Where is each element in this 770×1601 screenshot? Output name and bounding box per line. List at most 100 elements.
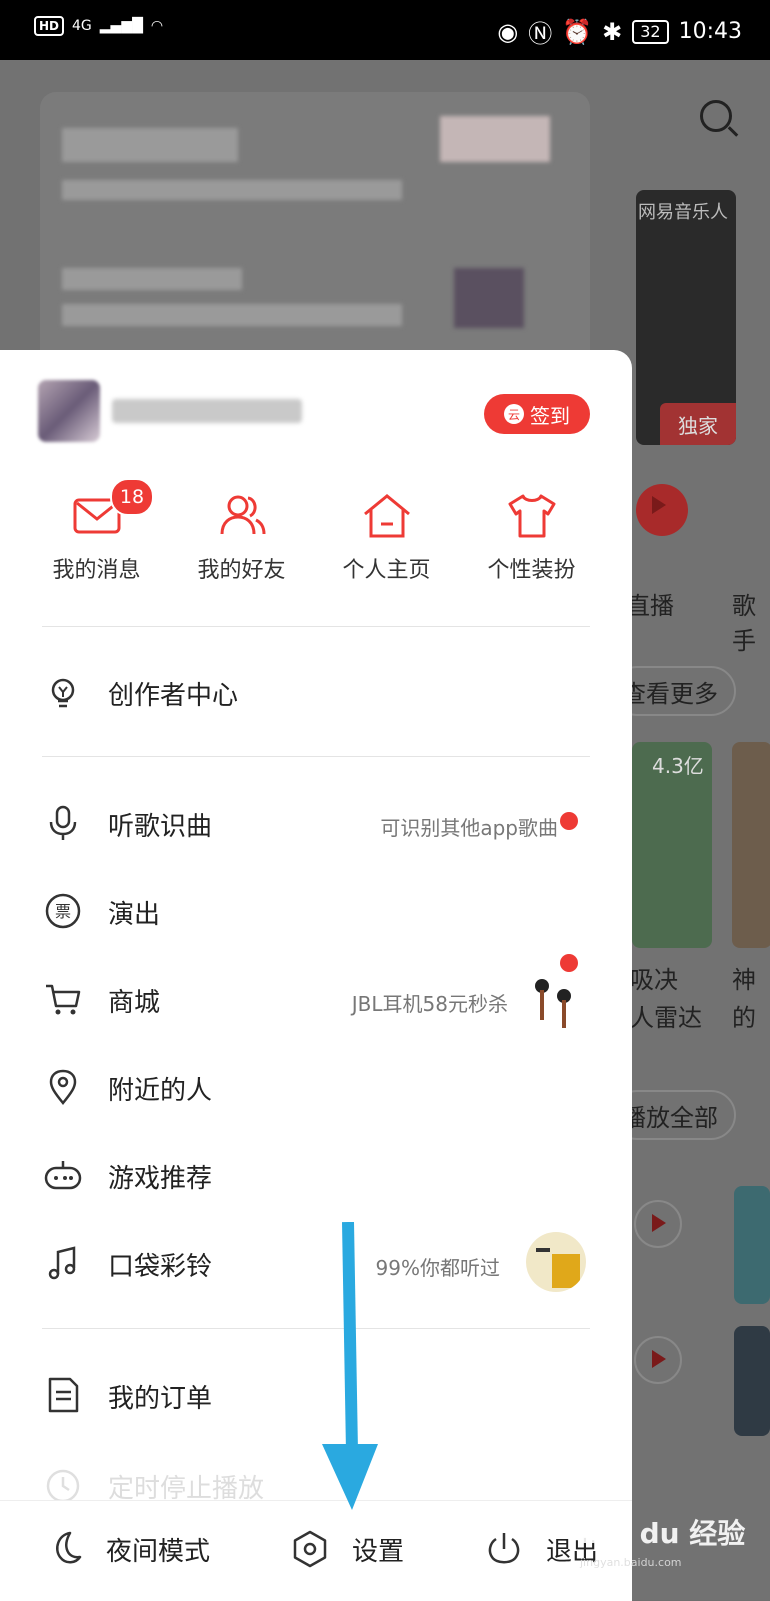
exclusive-tag: 独家 (660, 403, 736, 445)
night-mode-label: 夜间模式 (106, 1536, 211, 1567)
username-blurred (112, 399, 302, 423)
watermark-brand: Bai du 经验 (580, 1517, 746, 1550)
playlist-tile[interactable] (732, 742, 770, 948)
blurred-text (62, 304, 402, 326)
ticket-icon: 票 (45, 893, 81, 929)
avatar[interactable] (38, 380, 100, 442)
drawer-bottom-bar: 夜间模式 设置 退出 (0, 1500, 632, 1601)
alarm-icon: ⏰ (562, 17, 593, 46)
settings-icon (293, 1530, 327, 1568)
background-album[interactable]: 网易音乐人 独家 (636, 190, 736, 445)
svg-text:票: 票 (55, 902, 71, 921)
menu-item-shows[interactable]: 票 演出 (0, 874, 632, 946)
card-title: 的 (732, 1004, 756, 1032)
play-icon[interactable] (634, 1336, 682, 1384)
menu-item-song-recognition[interactable]: 听歌识曲 可识别其他app歌曲 (0, 786, 632, 858)
blurred-image (440, 116, 550, 162)
status-left: HD 4G ▂▄▆█ ◠ (34, 16, 163, 36)
menu-label: 附近的人 (108, 1076, 213, 1106)
tshirt-icon (508, 494, 555, 538)
card-title: 神 (732, 966, 756, 994)
singer-label: 歌手 (732, 592, 756, 655)
personalize-button[interactable]: 个性装扮 (459, 490, 604, 584)
hd-indicator: HD (34, 16, 65, 36)
battery-indicator: 32 (632, 19, 669, 44)
friends-icon (220, 495, 265, 535)
settings-button[interactable]: 设置 (290, 1529, 404, 1569)
wifi-icon: ◠ (150, 18, 164, 34)
night-mode-button[interactable]: 夜间模式 (44, 1529, 210, 1569)
signin-icon: 云 (504, 404, 524, 424)
earphone-thumbnail (535, 979, 571, 1028)
divider (42, 756, 590, 757)
card-title: 人雷达 (630, 1004, 702, 1032)
mic-icon (49, 805, 77, 840)
blurred-text (62, 180, 402, 200)
blurred-text (62, 128, 238, 162)
my-messages-button[interactable]: 18 我的消息 (24, 478, 169, 584)
gamepad-icon (44, 1161, 82, 1190)
moon-icon (56, 1531, 82, 1564)
lightbulb-icon (51, 678, 75, 708)
menu-item-nearby[interactable]: 附近的人 (0, 1050, 632, 1122)
menu-hint: 可识别其他app歌曲 (380, 816, 558, 840)
menu-label: 我的订单 (108, 1384, 213, 1414)
menu-label: 商城 (108, 988, 161, 1018)
menu-label: 口袋彩铃 (108, 1252, 213, 1282)
annotation-arrow (322, 1222, 378, 1510)
play-count: 4.3亿 (652, 754, 704, 778)
menu-item-my-orders[interactable]: 我的订单 (0, 1358, 632, 1430)
baidu-watermark: Bai du 经验 jingyan.baidu.com (580, 1512, 745, 1569)
watermark-url: jingyan.baidu.com (580, 1556, 682, 1569)
blurred-avatar (454, 268, 524, 328)
background-card (40, 92, 590, 382)
quick-actions: 18 我的消息 我的好友 个人主页 个性装扮 (24, 478, 604, 584)
menu-hint: JBL耳机58元秒杀 (351, 992, 508, 1016)
see-more-label: 查看更多 (622, 680, 718, 708)
profile-page-button[interactable]: 个人主页 (314, 490, 459, 584)
quick-action-label: 个人主页 (342, 558, 431, 583)
cart-icon (46, 984, 81, 1015)
divider (42, 1328, 590, 1329)
home-icon (363, 494, 410, 538)
message-count-badge: 18 (110, 478, 154, 516)
profile-header[interactable] (38, 380, 302, 442)
menu-label: 听歌识曲 (108, 812, 213, 842)
play-icon[interactable] (634, 1200, 682, 1248)
signal-icon: ▂▄▆█ (99, 18, 143, 34)
blurred-text (62, 268, 242, 290)
menu-item-games[interactable]: 游戏推荐 (0, 1138, 632, 1210)
menu-item-ringtones[interactable]: 口袋彩铃 99%你都听过 (0, 1226, 632, 1298)
menu-item-creator-center[interactable]: 创作者中心 (0, 655, 632, 727)
quick-action-label: 我的好友 (197, 558, 286, 583)
menu-label: 创作者中心 (108, 681, 239, 711)
my-friends-button[interactable]: 我的好友 (169, 490, 314, 584)
bluetooth-icon: ✱ (602, 17, 623, 46)
song-cover (734, 1326, 770, 1436)
status-right: ◉ Ⓝ ⏰ ✱ 32 10:43 (497, 14, 742, 49)
document-icon (48, 1377, 79, 1413)
menu-label: 游戏推荐 (108, 1164, 213, 1194)
music-note-icon (48, 1246, 76, 1280)
song-cover (734, 1186, 770, 1304)
live-label: 直播 (626, 592, 674, 620)
live-icon[interactable] (636, 484, 688, 536)
network-indicator: 4G (72, 18, 92, 34)
status-bar: HD 4G ▂▄▆█ ◠ ◉ Ⓝ ⏰ ✱ 32 10:43 (0, 0, 770, 60)
power-icon (488, 1533, 520, 1564)
search-icon[interactable] (700, 100, 732, 132)
menu-item-mall[interactable]: 商城 JBL耳机58元秒杀 (0, 954, 632, 1034)
quick-action-label: 我的消息 (52, 558, 141, 583)
status-time: 10:43 (678, 19, 742, 44)
signin-button[interactable]: 云 签到 (484, 394, 590, 434)
signin-label: 签到 (530, 403, 570, 428)
location-icon (49, 1069, 77, 1105)
quick-action-label: 个性装扮 (487, 558, 576, 583)
menu-label: 演出 (108, 900, 161, 930)
menu-hint: 99%你都听过 (375, 1256, 500, 1280)
card-title: 吸决 (630, 966, 678, 994)
new-dot (560, 954, 578, 972)
divider (42, 626, 590, 627)
ringtone-thumbnail (526, 1232, 586, 1292)
timer-icon (46, 1469, 80, 1503)
